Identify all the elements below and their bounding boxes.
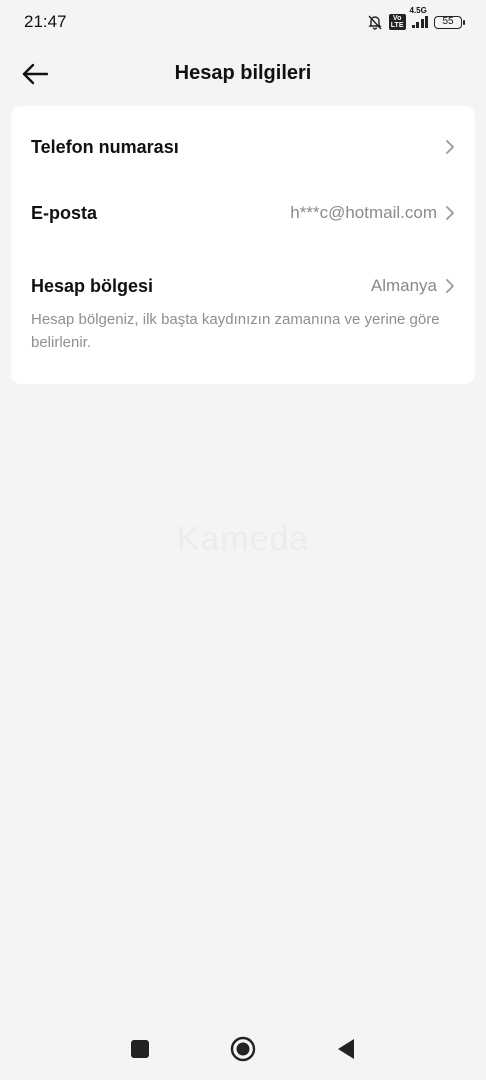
signal-bars-icon xyxy=(411,16,428,28)
email-row[interactable]: E-posta h***c@hotmail.com xyxy=(11,180,475,246)
network-type: 4.5G xyxy=(409,6,427,15)
chevron-right-icon xyxy=(446,279,454,293)
circle-icon[interactable] xyxy=(230,1036,256,1062)
system-nav-bar xyxy=(0,1018,486,1080)
phone-number-label: Telefon numarası xyxy=(31,136,179,157)
triangle-icon[interactable] xyxy=(336,1038,356,1060)
status-bar: 21:47 Vo LTE 4.5G 55 xyxy=(0,0,486,44)
watermark: Kameda xyxy=(176,520,310,558)
chevron-right-icon xyxy=(446,140,454,154)
phone-number-row[interactable]: Telefon numarası xyxy=(11,114,475,180)
page-title: Hesap bilgileri xyxy=(174,61,312,84)
chevron-right-icon xyxy=(446,206,454,220)
status-time: 21:47 xyxy=(24,12,67,31)
battery-icon: 55 xyxy=(434,15,465,29)
account-region-right: Almanya xyxy=(371,276,455,296)
status-icons: Vo LTE 4.5G 55 xyxy=(367,6,465,30)
arrow-left-icon[interactable] xyxy=(20,59,50,89)
phone-number-right xyxy=(445,139,455,155)
account-region-description: Hesap bölgeniz, ilk başta kaydınızın zam… xyxy=(31,311,440,351)
account-region-card: Hesap bölgesi Almanya Hesap bölgeniz, il… xyxy=(11,252,475,384)
account-region-label: Hesap bölgesi xyxy=(31,275,154,296)
email-label: E-posta xyxy=(31,202,98,223)
account-info-card: Telefon numarası E-posta h***c@hotmail.c… xyxy=(11,106,475,252)
account-region-value: Almanya xyxy=(370,276,437,295)
signal-indicator: 4.5G xyxy=(410,6,428,28)
email-value: h***c@hotmail.com xyxy=(290,203,437,222)
header: Hesap bilgileri xyxy=(0,44,486,102)
square-icon[interactable] xyxy=(130,1039,150,1059)
bell-off-icon xyxy=(368,15,382,30)
email-right: h***c@hotmail.com xyxy=(290,203,455,223)
volte-badge: Vo LTE xyxy=(388,14,406,30)
